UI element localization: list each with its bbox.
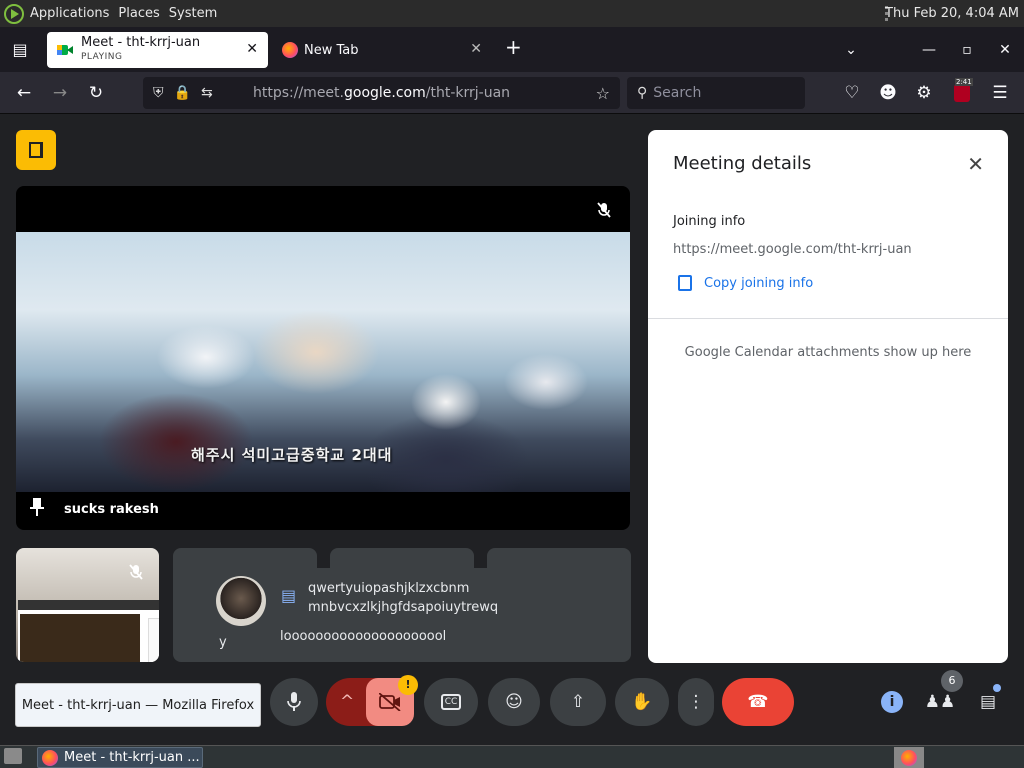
main-video-tile[interactable]: 해주시 석미고급중학교 2대대 sucks rakesh [16,186,630,530]
panel-title: Meeting details [673,153,812,174]
captions-button[interactable]: CC [424,678,478,726]
menu-icon[interactable]: ☰ [988,81,1012,105]
raise-hand-button[interactable]: ✋ [615,678,669,726]
tab-title: Meet - tht-krrj-uan [81,35,201,50]
search-input[interactable]: ⚲ Search [627,77,805,109]
hangup-icon: ☎ [747,692,769,712]
pin-icon[interactable] [30,498,44,520]
chat-message: looooooooooooooooooool [280,629,447,644]
firefox-icon [42,750,58,766]
tab-new-tab[interactable]: New Tab ✕ [272,32,492,68]
bookmark-star-icon[interactable]: ☆ [596,84,610,103]
search-icon: ⚲ [637,85,648,101]
new-tab-plus-icon[interactable]: + [505,35,522,59]
info-icon: i [881,691,903,713]
tab-title: New Tab [304,42,359,58]
tile-name-label: y [219,635,227,650]
mic-off-icon [596,202,612,218]
bottom-taskbar: Meet - tht-krrj-uan ... [0,745,1024,768]
present-icon: ⇧ [570,692,586,712]
list-all-tabs-icon[interactable]: ⌄ [832,42,870,58]
shield-icon[interactable]: ⛨ [153,85,164,101]
system-logo-icon[interactable] [4,3,24,24]
close-tab-icon[interactable]: ✕ [470,41,482,57]
top-panel: Applications Places System Thu Feb 20, 4… [0,0,1024,27]
tab-overview-icon[interactable]: ▤ [0,27,40,72]
calendar-note: Google Calendar attachments show up here [684,345,972,360]
self-view-tile[interactable] [16,548,159,662]
account-icon[interactable]: ☻ [876,81,900,105]
clock[interactable]: Thu Feb 20, 4:04 AM [885,6,1019,21]
captions-icon: CC [440,694,462,710]
lock-icon[interactable]: 🔒 [174,85,191,101]
maximize-icon[interactable]: ▫ [948,42,986,58]
hand-icon: ✋ [631,692,653,712]
workspace-switcher[interactable] [894,747,924,768]
window-tooltip: Meet - tht-krrj-uan — Mozilla Firefox [15,683,261,727]
leave-call-button[interactable]: ☎ [722,678,794,726]
chat-icon: ▤ [281,586,297,605]
participant-name: sucks rakesh [64,501,159,517]
people-icon: ♟♟ [924,692,956,712]
joining-info-label: Joining info [673,214,746,229]
camera-options-chevron-icon[interactable]: ^ [340,692,354,712]
firefox-icon [901,749,917,766]
close-tab-icon[interactable]: ✕ [246,41,258,57]
more-vert-icon: ⋮ [687,692,705,712]
firefox-icon [282,42,298,58]
divider [648,318,1008,319]
emoji-button[interactable]: ☺ [488,678,540,726]
chat-message: mnbvcxzlkjhgfdsapoiuytrewq [308,600,499,615]
show-desktop-icon[interactable] [4,748,22,764]
avatar [216,576,266,626]
tab-playing-label: PLAYING [81,52,123,62]
extension-badge-icon[interactable]: 2:41 [950,78,974,105]
back-arrow-icon[interactable]: ← [12,81,36,105]
pocket-icon[interactable]: ♡ [840,81,864,105]
chat-icon: ▤ [979,692,997,712]
chat-notification[interactable]: ▤ qwertyuiopashjklzxcbnm mnbvcxzlkjhgfds… [263,568,622,662]
chat-message: qwertyuiopashjklzxcbnm [308,581,470,596]
people-count-badge: 6 [941,670,963,692]
url-text[interactable]: https://meet.google.com/tht-krrj-uan [253,85,510,101]
chat-unread-dot [993,684,1001,692]
forward-arrow-icon[interactable]: → [48,81,72,105]
screen-share-thumbnail [18,600,159,662]
taskbar-window-button[interactable]: Meet - tht-krrj-uan ... [37,747,203,768]
tab-bar: ▤ Meet - tht-krrj-uan PLAYING ✕ New Tab … [0,27,1024,72]
applications-menu[interactable]: Applications [30,6,109,21]
navigation-bar: ← → ↻ ⛨ 🔒 ⇆ https://meet.google.com/tht-… [0,72,1024,114]
system-menu[interactable]: System [169,6,217,21]
present-screen-button[interactable]: ⇧ [550,678,606,726]
minimize-icon[interactable]: — [910,42,948,58]
close-window-icon[interactable]: ✕ [986,42,1024,58]
microphone-button[interactable] [270,678,318,726]
meet-page: 해주시 석미고급중학교 2대대 sucks rakesh ▤ qwertyuio… [0,114,1024,745]
meeting-details-button[interactable]: i [876,678,908,726]
copy-icon [678,275,692,291]
more-options-button[interactable]: ⋮ [678,678,714,726]
close-icon[interactable]: ✕ [967,152,984,176]
copy-joining-info-button[interactable]: Copy joining info [678,275,813,291]
extensions-icon[interactable]: ⚙ [912,81,936,105]
permissions-icon[interactable]: ⇆ [201,85,213,101]
google-meet-icon [57,42,73,58]
door-icon[interactable] [16,130,56,170]
emoji-icon: ☺ [505,692,523,712]
meeting-details-panel: Meeting details ✕ Joining info https://m… [648,130,1008,663]
reload-icon[interactable]: ↻ [84,81,108,105]
tab-meet[interactable]: Meet - tht-krrj-uan PLAYING ✕ [47,32,268,68]
warning-badge: ! [398,675,418,695]
video-subtitle: 해주시 석미고급중학교 2대대 [191,446,393,464]
mic-off-icon [128,564,144,580]
places-menu[interactable]: Places [118,6,159,21]
chat-button[interactable]: ▤ [970,678,1006,726]
url-bar[interactable]: ⛨ 🔒 ⇆ https://meet.google.com/tht-krrj-u… [143,77,620,109]
joining-url: https://meet.google.com/tht-krrj-uan [673,242,912,257]
